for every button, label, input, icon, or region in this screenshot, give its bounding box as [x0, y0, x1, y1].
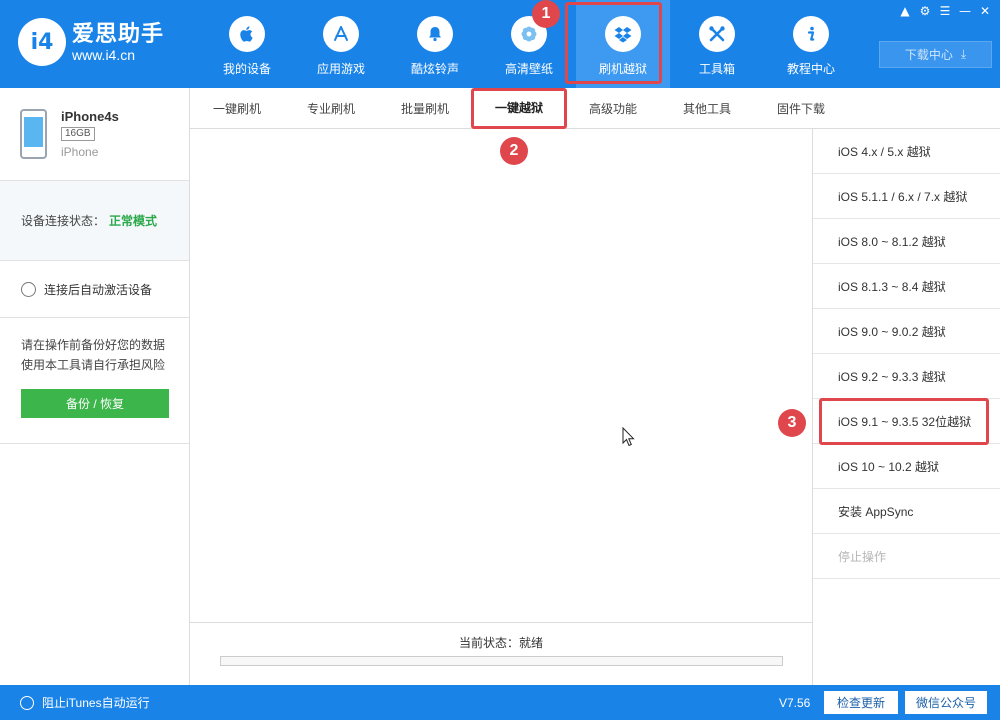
check-update-button[interactable]: 检查更新 [824, 691, 898, 714]
jailbreak-option-ios92-933[interactable]: iOS 9.2 ~ 9.3.3 越狱 [813, 354, 1000, 399]
install-appsync-button[interactable]: 安装 AppSync [813, 489, 1000, 534]
download-center-button[interactable]: 下载中心 ⤓ [879, 41, 992, 68]
nav-ringtones[interactable]: 酷炫铃声 [388, 0, 482, 88]
nav-toolbox[interactable]: 工具箱 [670, 0, 764, 88]
nav-wallpapers[interactable]: 高清壁纸 [482, 0, 576, 88]
window-controls: ▲ ⚙ ☰ — ✕ [898, 4, 992, 18]
stop-operation-button: 停止操作 [813, 534, 1000, 579]
auto-activate-option[interactable]: 连接后自动激活设备 [0, 261, 189, 318]
menu-icon[interactable]: ☰ [938, 4, 952, 18]
jailbreak-option-ios4-5[interactable]: iOS 4.x / 5.x 越狱 [813, 129, 1000, 174]
device-type: iPhone [61, 145, 99, 159]
auto-activate-radio[interactable] [21, 281, 36, 297]
main-nav: 我的设备 应用游戏 酷炫铃声 高清壁纸 刷机越狱 工具箱 教程中心 [200, 0, 858, 88]
jailbreak-option-ios80-812[interactable]: iOS 8.0 ~ 8.1.2 越狱 [813, 219, 1000, 264]
download-icon: ⤓ [960, 47, 967, 61]
annotation-box-3 [819, 398, 989, 445]
current-status-text: 当前状态：就绪 [458, 636, 543, 650]
nav-tutorials[interactable]: 教程中心 [764, 0, 858, 88]
nav-my-device[interactable]: 我的设备 [200, 0, 294, 88]
nav-label: 工具箱 [698, 62, 735, 76]
mouse-cursor-icon [622, 427, 635, 447]
app-title: 爱思助手 [72, 21, 165, 46]
warning-line-2: 使用本工具请自行承担风险 [21, 358, 166, 372]
shirt-icon[interactable]: ▲ [898, 4, 912, 18]
warning-line-1: 请在操作前备份好您的数据 [21, 338, 166, 352]
progress-bar [220, 656, 783, 666]
app-url: www.i4.cn [72, 47, 136, 63]
top-header: i4 爱思助手 www.i4.cn 我的设备 应用游戏 酷炫铃声 高清壁纸 刷机… [0, 0, 1000, 88]
close-icon[interactable]: ✕ [978, 4, 992, 18]
iphone-icon [20, 109, 47, 159]
info-icon [793, 16, 829, 52]
tab-other-tools[interactable]: 其他工具 [660, 88, 754, 128]
tab-one-click-flash[interactable]: 一键刷机 [190, 88, 284, 128]
nav-label: 教程中心 [786, 62, 835, 76]
wechat-button[interactable]: 微信公众号 [905, 691, 987, 714]
jailbreak-log-area: 当前状态：就绪 [190, 129, 812, 685]
bell-icon [417, 16, 453, 52]
tab-firmware-download[interactable]: 固件下载 [754, 88, 848, 128]
risk-warning: 请在操作前备份好您的数据 使用本工具请自行承担风险 备份 / 恢复 [0, 318, 189, 444]
nav-label: 高清壁纸 [504, 62, 553, 76]
device-capacity-badge: 16GB [61, 127, 95, 141]
status-bar: 当前状态：就绪 [190, 622, 812, 685]
minimize-icon[interactable]: — [958, 4, 972, 18]
jailbreak-option-ios511-7[interactable]: iOS 5.1.1 / 6.x / 7.x 越狱 [813, 174, 1000, 219]
device-card: iPhone4s 16GB iPhone [0, 88, 189, 181]
tab-batch-flash[interactable]: 批量刷机 [378, 88, 472, 128]
tab-pro-flash[interactable]: 专业刷机 [284, 88, 378, 128]
i4-logo-icon: i4 [18, 18, 66, 66]
connection-status-label: 设备连接状态： [21, 214, 106, 228]
app-store-icon [323, 16, 359, 52]
flash-subtabs: 一键刷机 专业刷机 批量刷机 一键越狱 高级功能 其他工具 固件下载 [190, 88, 1000, 129]
annotation-box-1 [565, 2, 662, 84]
annotation-box-2 [471, 88, 567, 129]
tab-advanced[interactable]: 高级功能 [566, 88, 660, 128]
jailbreak-option-ios813-84[interactable]: iOS 8.1.3 ~ 8.4 越狱 [813, 264, 1000, 309]
auto-activate-label: 连接后自动激活设备 [44, 282, 153, 297]
connection-status: 设备连接状态： 正常模式 [0, 181, 189, 261]
block-itunes-option[interactable]: 阻止iTunes自动运行 [20, 685, 150, 720]
gear-icon[interactable]: ⚙ [918, 4, 932, 18]
annotation-badge-3: 3 [778, 409, 806, 437]
jailbreak-option-ios10-102[interactable]: iOS 10 ~ 10.2 越狱 [813, 444, 1000, 489]
nav-apps-games[interactable]: 应用游戏 [294, 0, 388, 88]
device-name: iPhone4s [61, 109, 119, 124]
apple-icon [229, 16, 265, 52]
version-label: V7.56 [779, 695, 811, 710]
bottom-bar: 阻止iTunes自动运行 V7.56 检查更新 微信公众号 [0, 685, 1000, 720]
nav-label: 应用游戏 [316, 62, 365, 76]
jailbreak-option-ios90-902[interactable]: iOS 9.0 ~ 9.0.2 越狱 [813, 309, 1000, 354]
backup-restore-button[interactable]: 备份 / 恢复 [21, 389, 169, 418]
nav-label: 酷炫铃声 [410, 62, 459, 76]
download-center-label: 下载中心 [904, 48, 953, 62]
connection-status-value: 正常模式 [109, 214, 158, 228]
block-itunes-label: 阻止iTunes自动运行 [42, 696, 150, 710]
annotation-badge-1: 1 [532, 0, 560, 28]
annotation-badge-2: 2 [500, 137, 528, 165]
block-itunes-radio[interactable] [20, 695, 34, 710]
device-sidebar: iPhone4s 16GB iPhone 设备连接状态： 正常模式 连接后自动激… [0, 88, 190, 685]
app-logo: i4 爱思助手 www.i4.cn [18, 18, 164, 66]
nav-label: 我的设备 [222, 62, 271, 76]
tools-icon [699, 16, 735, 52]
